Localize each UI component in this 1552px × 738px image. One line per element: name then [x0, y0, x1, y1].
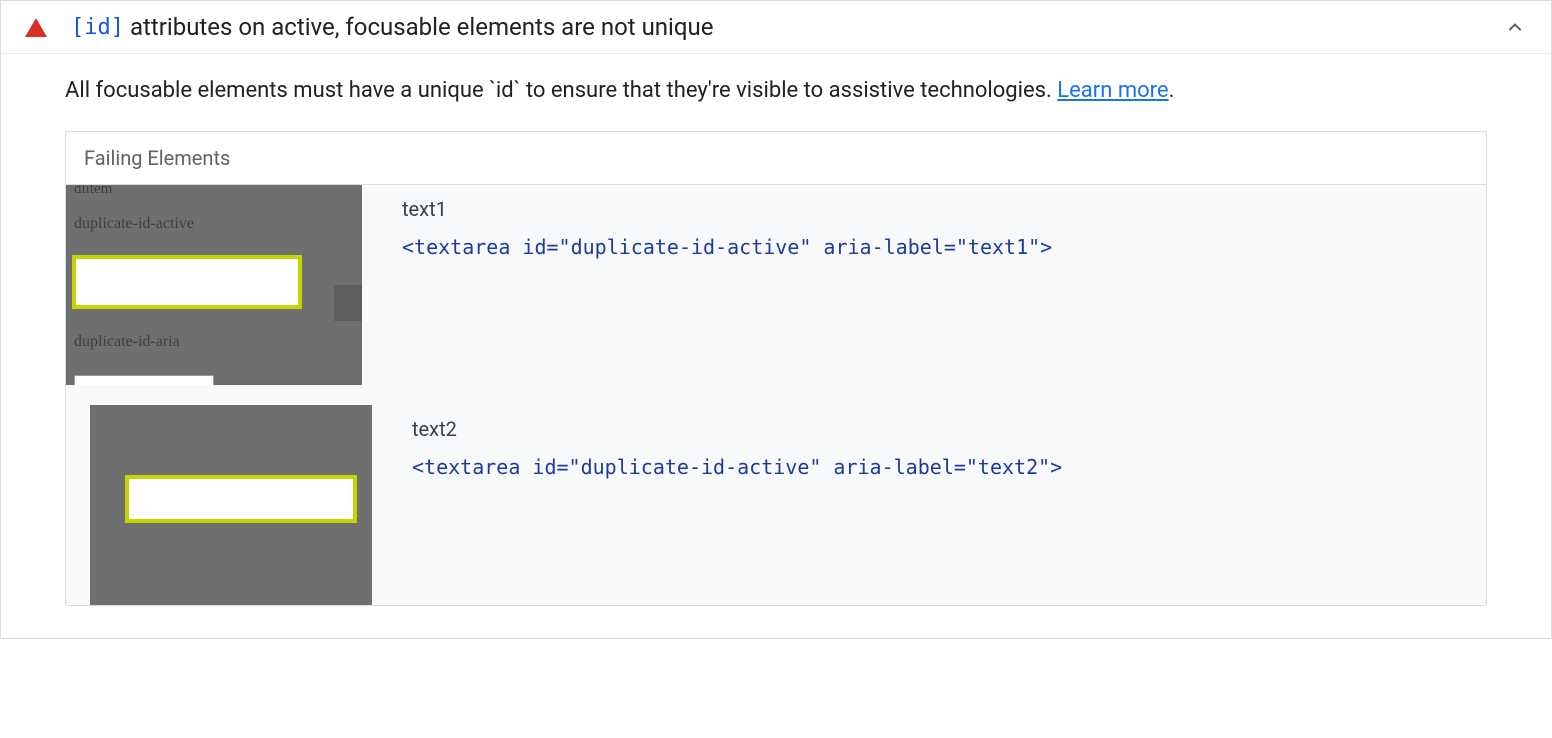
highlight-box — [125, 475, 357, 523]
failing-label: text2 — [412, 417, 1486, 441]
failing-item[interactable]: dlitem duplicate-id-active duplicate-id-… — [66, 185, 1486, 405]
element-thumbnail — [90, 405, 372, 605]
audit-title-code: [id] — [71, 15, 124, 40]
audit-header[interactable]: [id] attributes on active, focusable ele… — [1, 1, 1551, 54]
failing-elements-section: Failing Elements dlitem duplicate-id-act… — [65, 131, 1487, 606]
failing-detail: text1 <textarea id="duplicate-id-active"… — [402, 185, 1486, 259]
thumb-label: dlitem — [74, 185, 112, 199]
code-snippet: <textarea id="duplicate-id-active" aria-… — [402, 235, 1486, 259]
audit-title: [id] attributes on active, focusable ele… — [71, 13, 1503, 41]
description-text: All focusable elements must have a uniqu… — [65, 78, 1057, 103]
audit-title-text: attributes on active, focusable elements… — [130, 13, 714, 41]
thumb-divider — [334, 285, 362, 321]
code-snippet: <textarea id="duplicate-id-active" aria-… — [412, 455, 1486, 479]
failing-label: text1 — [402, 197, 1486, 221]
thumb-label: duplicate-id-active — [74, 215, 194, 233]
failing-elements-list: dlitem duplicate-id-active duplicate-id-… — [66, 185, 1486, 605]
learn-more-link[interactable]: Learn more — [1057, 78, 1168, 103]
failing-detail: text2 <textarea id="duplicate-id-active"… — [412, 405, 1486, 479]
audit-card: [id] attributes on active, focusable ele… — [0, 0, 1552, 639]
thumb-label: duplicate-id-aria — [74, 333, 180, 351]
thumb-tiny-box — [74, 375, 214, 385]
element-thumbnail: dlitem duplicate-id-active duplicate-id-… — [66, 185, 362, 385]
error-triangle-icon — [25, 18, 47, 37]
highlight-box — [72, 255, 302, 309]
failing-elements-header: Failing Elements — [66, 132, 1486, 185]
audit-description: All focusable elements must have a uniqu… — [65, 78, 1487, 103]
failing-item[interactable]: text2 <textarea id="duplicate-id-active"… — [66, 405, 1486, 605]
chevron-up-icon[interactable] — [1503, 15, 1527, 39]
audit-body: All focusable elements must have a uniqu… — [1, 54, 1551, 638]
